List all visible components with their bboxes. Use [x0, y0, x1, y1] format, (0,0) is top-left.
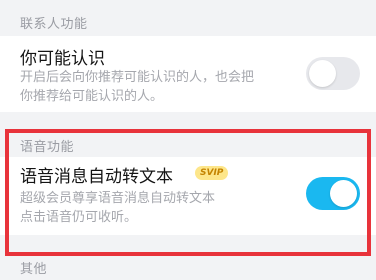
setting-description: 超级会员尊享语音消息自动转文本 点击语音仍可收听。	[20, 189, 310, 227]
section-header-contacts: 联系人功能	[20, 17, 88, 32]
setting-row-voice-to-text: 语音消息自动转文本 SVIP 超级会员尊享语音消息自动转文本 点击语音仍可收听。	[0, 157, 376, 235]
setting-description-line2: 点击语音仍可收听。	[20, 210, 138, 225]
setting-description-line1: 开启后会向你推荐可能认识的人，也会把	[20, 70, 255, 85]
setting-description-line1: 超级会员尊享语音消息自动转文本	[20, 191, 216, 206]
setting-description-line2: 你推荐给可能认识的人。	[20, 89, 164, 104]
setting-title: 语音消息自动转文本	[20, 167, 173, 187]
toggle-knob	[330, 180, 357, 207]
toggle-knob	[309, 60, 336, 87]
section-header-voice: 语音功能	[20, 140, 75, 155]
setting-description: 开启后会向你推荐可能认识的人，也会把 你推荐给可能认识的人。	[20, 68, 310, 106]
section-header-other: 其他	[20, 262, 48, 277]
setting-row-people-you-may-know: 你可能认识 开启后会向你推荐可能认识的人，也会把 你推荐给可能认识的人。	[0, 36, 376, 112]
people-you-may-know-toggle[interactable]	[306, 57, 360, 90]
setting-title: 你可能认识	[20, 49, 105, 69]
voice-to-text-toggle[interactable]	[306, 177, 360, 210]
svip-badge: SVIP	[195, 166, 229, 180]
